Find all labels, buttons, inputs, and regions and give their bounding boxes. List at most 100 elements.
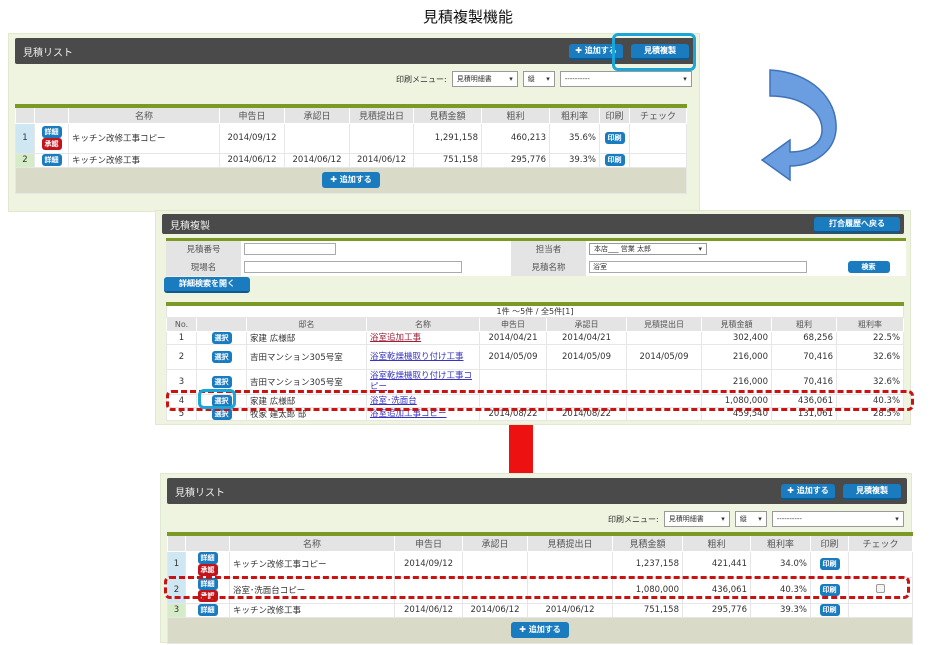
extra-select[interactable]: ---------- ▾ <box>771 511 904 527</box>
profit: 295,776 <box>481 152 550 168</box>
estimate-list-after: 見積リスト ✚ 追加する 見積複製 印刷メニュー: 見積明細書 ▾ 縦 ▾ ----------… <box>160 473 913 644</box>
table-row[interactable]: 1 詳細 承認 キッチン改修工事コピー 2014/09/12 1,291,158 460,2… <box>15 122 687 154</box>
print-button[interactable]: 印刷 <box>604 132 625 144</box>
orientation-select[interactable]: 縦 ▾ <box>734 511 767 527</box>
submitted-date <box>527 550 613 578</box>
advanced-search-button[interactable]: 詳細検索を開く <box>164 277 250 293</box>
print-menu: 印刷メニュー: 見積明細書 ▾ 縦 ▾ ---------- ▾ <box>396 71 692 87</box>
column-header: 見積金額 <box>701 317 772 332</box>
estimate-name-link[interactable]: 浴室乾燥機取り付け工事 <box>370 352 464 362</box>
print-doc-select-value: 見積明細書 <box>456 75 492 83</box>
chevron-down-icon: ▾ <box>509 75 513 83</box>
profit: 460,213 <box>481 122 550 154</box>
approved-date: 2014/06/12 <box>462 602 528 618</box>
footer-add-label: 追加する <box>339 175 372 184</box>
detail-button[interactable]: 詳細 <box>197 604 218 616</box>
print-button[interactable]: 印刷 <box>819 604 840 616</box>
print-button[interactable]: 印刷 <box>819 558 840 570</box>
footer-add-button[interactable]: ✚ 追加する <box>511 622 569 638</box>
filed-date: 2014/04/21 <box>479 331 547 345</box>
estimate-name-label: 見積名称 <box>511 257 586 276</box>
amount: 751,158 <box>612 602 683 618</box>
chevron-down-icon: ▾ <box>683 75 687 83</box>
back-to-history-button[interactable]: 打合履歴へ戻る <box>814 217 900 233</box>
table-row[interactable]: 1 詳細 承認 キッチン改修工事コピー 2014/09/12 1,237,158 421,4… <box>167 550 913 578</box>
row-number: 1 <box>15 122 35 154</box>
extra-select[interactable]: ---------- ▾ <box>559 71 692 87</box>
column-header: 粗利 <box>481 105 550 124</box>
chevron-down-icon: ▾ <box>895 515 899 523</box>
estimate-name: キッチン改修工事コピー <box>68 122 220 154</box>
filed-date: 2014/09/12 <box>219 122 285 154</box>
column-header: 見積金額 <box>612 533 683 552</box>
add-label: 追加する <box>796 486 829 495</box>
orientation-select-value: 縦 <box>527 75 535 83</box>
approved-date: 2014/06/12 <box>284 152 350 168</box>
rate: 39.3% <box>750 602 811 618</box>
column-header: 粗利 <box>771 317 837 332</box>
chevron-down-icon: ▾ <box>546 75 550 83</box>
approved-date <box>462 550 528 578</box>
panel-header: 見積複製 <box>162 214 904 234</box>
house-name: 家建 広様邸 <box>246 331 367 345</box>
print-menu-label: 印刷メニュー: <box>608 514 659 524</box>
detail-button[interactable]: 詳細 <box>197 552 218 564</box>
rate: 35.6% <box>549 122 600 154</box>
orientation-select[interactable]: 縦 ▾ <box>522 71 555 87</box>
column-header: 申告日 <box>219 105 285 124</box>
copy-button-highlight <box>612 33 696 71</box>
approve-button[interactable]: 承認 <box>197 564 218 576</box>
column-header <box>185 533 230 552</box>
footer-add-button[interactable]: ✚ 追加する <box>322 172 380 188</box>
column-header: 印刷 <box>599 105 630 124</box>
select-button[interactable]: 選択 <box>211 351 232 363</box>
print-doc-select-value: 見積明細書 <box>668 515 704 523</box>
estimate-name: キッチン改修工事 <box>68 152 220 168</box>
staff-select[interactable]: 本店___ 営業 太郎 ▾ <box>589 243 707 256</box>
estimate-name-input[interactable]: 浴室 <box>589 260 807 273</box>
site-name-input[interactable] <box>244 260 462 273</box>
print-menu-label: 印刷メニュー: <box>396 74 447 84</box>
estimate-name-link[interactable]: 浴室乾燥機取り付け工事コピー <box>370 371 472 392</box>
extra-select-value: ---------- <box>564 75 590 83</box>
column-header: 承認日 <box>284 105 350 124</box>
estimate-number-input[interactable] <box>244 243 336 256</box>
row-number: 3 <box>167 602 186 618</box>
detail-button[interactable]: 詳細 <box>41 126 62 138</box>
row-number: 2 <box>15 152 35 168</box>
filed-date: 2014/06/12 <box>219 152 285 168</box>
amount: 302,400 <box>701 331 772 345</box>
print-doc-select[interactable]: 見積明細書 ▾ <box>663 511 730 527</box>
column-header: チェック <box>629 105 687 124</box>
table-row[interactable]: 1 選択 家建 広様邸 浴室追加工事 2014/04/21 2014/04/21 302,4… <box>166 331 905 345</box>
site-name-label: 現場名 <box>166 257 241 276</box>
select-button[interactable]: 選択 <box>211 332 232 344</box>
copy-estimate-button[interactable]: 見積複製 <box>843 484 901 500</box>
add-button[interactable]: ✚ 追加する <box>781 484 835 500</box>
column-header: 承認日 <box>546 317 627 332</box>
print-doc-select[interactable]: 見積明細書 ▾ <box>451 71 518 87</box>
table-row[interactable]: 2 詳細 キッチン改修工事 2014/06/12 2014/06/12 2014/06/1… <box>15 152 687 168</box>
column-header: 粗利率 <box>750 533 811 552</box>
table-row[interactable]: 3 詳細 キッチン改修工事 2014/06/12 2014/06/12 2014/06/1… <box>167 602 913 618</box>
footer-add-label: 追加する <box>528 625 561 634</box>
column-header: チェック <box>848 533 913 552</box>
search-button[interactable]: 検索 <box>847 260 890 273</box>
amount: 216,000 <box>701 344 772 370</box>
detail-button[interactable]: 詳細 <box>41 154 62 166</box>
house-name: 吉田マンション305号室 <box>246 344 367 370</box>
rate: 32.6% <box>835 344 905 370</box>
approved-date <box>284 122 350 154</box>
select-button[interactable]: 選択 <box>211 376 232 388</box>
print-button[interactable]: 印刷 <box>604 154 625 166</box>
row-number: 2 <box>166 344 197 370</box>
column-header: 名称 <box>366 317 480 332</box>
estimate-name-link[interactable]: 浴室追加工事 <box>370 333 421 343</box>
column-header: 粗利率 <box>549 105 600 124</box>
column-header: 見積提出日 <box>527 533 613 552</box>
chevron-down-icon: ▾ <box>698 245 702 254</box>
column-header: 名称 <box>229 533 395 552</box>
column-header <box>34 105 69 124</box>
approve-button[interactable]: 承認 <box>41 138 62 150</box>
table-row[interactable]: 2 選択 吉田マンション305号室 浴室乾燥機取り付け工事 2014/05/09 2014… <box>166 344 905 370</box>
